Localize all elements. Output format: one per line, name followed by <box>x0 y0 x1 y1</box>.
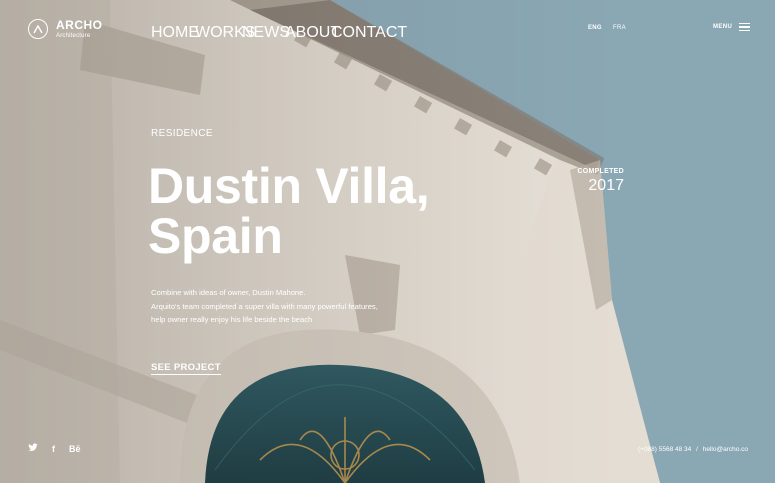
logo-text: ARCHO Architecture <box>56 19 103 39</box>
menu-button[interactable]: MENU <box>713 23 751 31</box>
completion-status: COMPLETED 2017 <box>575 168 624 195</box>
description-line: Combine with ideas of owner, Dustin Maho… <box>151 288 306 297</box>
contact-phone[interactable]: (+088) 5568 48 34 <box>638 446 691 453</box>
brand-tagline: Architecture <box>56 33 91 39</box>
contact-info: (+088) 5568 48 34 / hello@archo.co <box>638 446 748 453</box>
menu-label: MENU <box>713 24 733 30</box>
hamburger-icon <box>739 23 751 31</box>
brand-logo[interactable]: ARCHO Architecture <box>28 19 103 39</box>
twitter-icon[interactable] <box>28 443 38 454</box>
contact-separator: / <box>696 446 698 453</box>
status-year: 2017 <box>588 177 624 194</box>
project-title-line-1: Dustin Villa, <box>148 158 430 214</box>
facebook-icon[interactable]: f <box>52 444 55 454</box>
social-links: f Bē <box>28 443 81 454</box>
description-line: Arquito's team completed a super villa w… <box>151 301 378 311</box>
logo-icon <box>28 19 48 39</box>
brand-name: ARCHO <box>56 18 103 32</box>
lang-fra[interactable]: FRA <box>613 25 626 31</box>
behance-icon[interactable]: Bē <box>69 444 81 454</box>
lang-eng[interactable]: ENG <box>588 25 602 31</box>
description-line: help owner really enjoy his life beside … <box>151 315 313 324</box>
contact-email[interactable]: hello@archo.co <box>703 446 748 453</box>
status-label: COMPLETED <box>577 168 624 175</box>
project-title: Dustin Villa, Spain <box>148 158 430 264</box>
project-title-line-2: Spain <box>148 208 283 264</box>
project-category: RESIDENCE <box>151 128 213 139</box>
nav-home[interactable]: HOME <box>151 24 199 42</box>
project-description: Combine with ideas of owner, Dustin Maho… <box>151 286 421 327</box>
nav-contact[interactable]: CONTACT <box>331 24 407 42</box>
see-project-link[interactable]: SEE PROJECT <box>151 362 221 375</box>
nav-news[interactable]: NEWS <box>242 24 290 42</box>
